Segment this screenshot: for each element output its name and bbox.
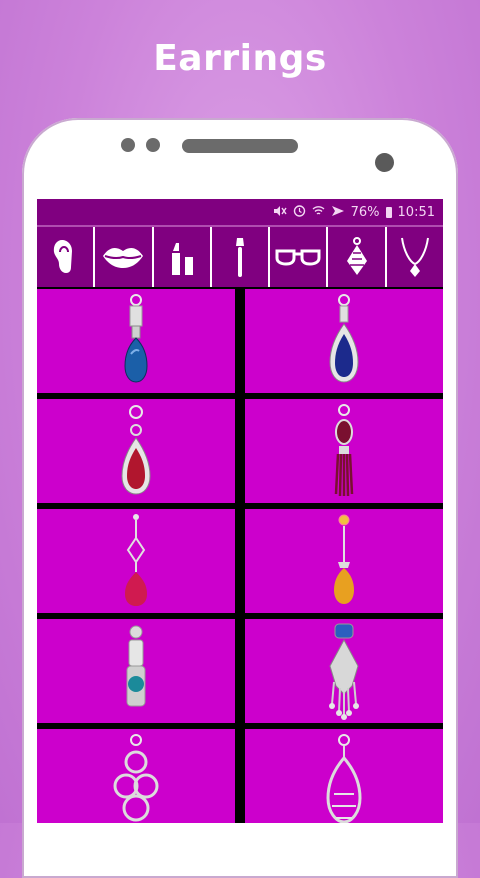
mute-icon (273, 205, 287, 220)
category-earring[interactable] (328, 227, 387, 287)
earring-tile[interactable] (37, 509, 235, 613)
category-ear[interactable] (37, 227, 96, 287)
phone-speaker (182, 139, 298, 153)
category-brush[interactable] (212, 227, 271, 287)
blue-teardrop-earring (124, 294, 148, 383)
earring-tile[interactable] (245, 289, 443, 393)
category-lips[interactable] (95, 227, 154, 287)
earring-tile[interactable] (245, 509, 443, 613)
clock-time: 10:51 (397, 204, 435, 220)
category-necklace[interactable] (387, 227, 443, 287)
phone-camera-dot (121, 138, 135, 152)
blue-chandelier-earring (329, 623, 359, 720)
teal-cylinder-earring (126, 625, 146, 707)
earring-tile[interactable] (37, 289, 235, 393)
category-bar (37, 225, 443, 287)
status-bar: 76% 10:51 (37, 199, 443, 225)
makeup-brush-icon (235, 238, 244, 277)
phone-sensor (375, 153, 394, 172)
phone-camera-dot (146, 138, 160, 152)
amber-drop-earring (334, 514, 354, 604)
earring-grid (37, 287, 443, 823)
diamond-loop-earring (113, 734, 159, 822)
page-title: Earrings (153, 38, 327, 79)
earring-tile[interactable] (245, 399, 443, 503)
earring-icon (346, 237, 367, 275)
earring-tile[interactable] (245, 619, 443, 723)
glasses-icon (275, 249, 321, 266)
earring-tile[interactable] (37, 729, 235, 823)
earring-tile[interactable] (37, 619, 235, 723)
lips-icon (103, 248, 144, 268)
pink-drop-earring (125, 514, 147, 606)
battery-percent: 76% (350, 204, 380, 220)
ruby-pear-earring (121, 405, 151, 495)
diamond-chandelier-earring (326, 734, 362, 823)
alarm-icon (293, 204, 306, 220)
sapphire-pear-earring (329, 294, 359, 383)
ear-icon (53, 240, 73, 273)
ruby-tassel-earring (334, 404, 354, 497)
category-lipstick[interactable] (154, 227, 212, 287)
wifi-icon (312, 205, 325, 220)
earring-tile[interactable] (245, 729, 443, 823)
earring-tile[interactable] (37, 399, 235, 503)
battery-icon (385, 206, 392, 218)
necklace-icon (400, 237, 429, 277)
airplane-icon (331, 204, 345, 221)
app-screen: 76% 10:51 (37, 199, 443, 823)
category-glasses[interactable] (270, 227, 329, 287)
lipstick-icon (171, 243, 193, 275)
